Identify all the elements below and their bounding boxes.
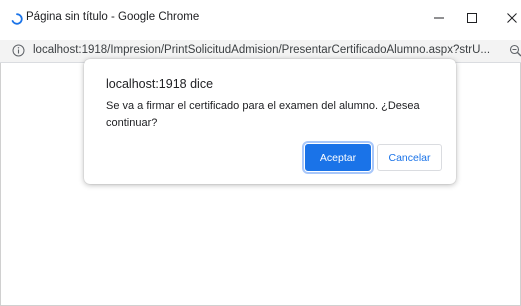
- url-text[interactable]: localhost:1918/Impresion/PrintSolicitudA…: [33, 44, 503, 56]
- loading-spinner-icon: [11, 12, 23, 25]
- dialog-message: Se va a firmar el certificado para el ex…: [106, 100, 420, 129]
- alert-dialog: localhost:1918 dice Se va a firmar el ce…: [84, 59, 456, 184]
- cancel-button[interactable]: Cancelar: [377, 144, 442, 171]
- accept-button[interactable]: Aceptar: [302, 141, 374, 174]
- info-icon[interactable]: [12, 44, 25, 57]
- close-button[interactable]: [492, 0, 521, 40]
- window-title: Página sin título - Google Chrome: [26, 11, 200, 23]
- maximize-button[interactable]: [452, 0, 492, 40]
- zoom-icon[interactable]: [509, 44, 521, 57]
- title-bar[interactable]: Página sin título - Google Chrome: [0, 0, 521, 40]
- minimize-icon: [433, 11, 445, 29]
- dialog-title: localhost:1918 dice: [106, 77, 214, 91]
- close-icon: [506, 11, 518, 29]
- maximize-icon: [466, 11, 478, 29]
- browser-window: Página sin título - Google Chrome localh…: [0, 0, 521, 306]
